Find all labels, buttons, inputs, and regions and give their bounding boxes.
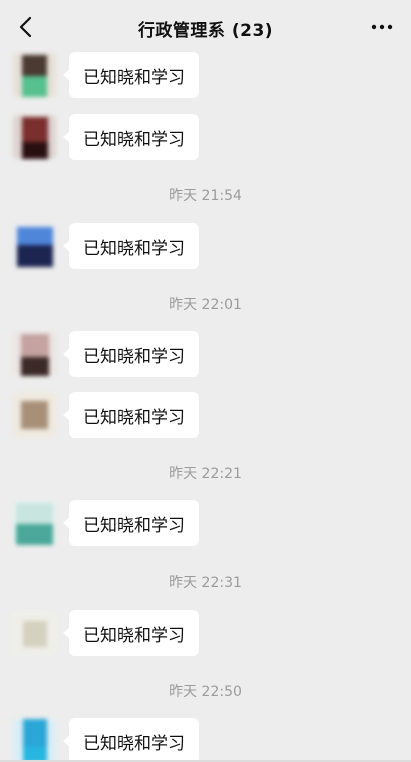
- message-bubble[interactable]: 已知晓和学习: [63, 500, 199, 546]
- avatar[interactable]: [13, 53, 56, 97]
- chat-title: 行政管理系 (23): [137, 20, 274, 41]
- avatar-top: [16, 503, 53, 524]
- message-bubble[interactable]: 已知晓和学习: [63, 718, 199, 762]
- avatar-top: [21, 334, 49, 358]
- avatar-bottom: [22, 142, 48, 159]
- chevron-left-icon: [19, 16, 32, 38]
- message-bubble[interactable]: 已知晓和学习: [63, 223, 199, 269]
- message-row: 已知晓和学习: [0, 392, 411, 438]
- timestamp: 昨天 22:21: [169, 466, 242, 482]
- message-feed[interactable]: 已知晓和学习 已知晓和学习 昨天 21:54 已知晓和学习 昨天 22:01 已…: [0, 46, 411, 762]
- message-row: 已知晓和学习: [0, 331, 411, 377]
- message-row: 已知晓和学习: [0, 223, 411, 269]
- avatar[interactable]: [13, 393, 56, 437]
- more-button[interactable]: [367, 14, 397, 40]
- more-dots-icon: [371, 24, 393, 30]
- timestamp: 昨天 22:31: [169, 575, 242, 591]
- avatar-top: [22, 55, 47, 76]
- message-row: 已知晓和学习: [0, 718, 411, 762]
- chat-screen: 行政管理系 (23) 已知晓和学习 已知晓和学习 昨天 21:54 已知晓和学习…: [0, 0, 411, 762]
- avatar-top: [23, 719, 47, 747]
- avatar-bottom: [17, 245, 53, 267]
- avatar[interactable]: [13, 224, 56, 268]
- avatar[interactable]: [13, 719, 56, 762]
- avatar-top: [17, 227, 53, 245]
- avatar-top: [22, 117, 48, 143]
- avatar-top: [23, 621, 47, 647]
- message-bubble[interactable]: 已知晓和学习: [63, 392, 199, 438]
- message-row: 已知晓和学习: [0, 52, 411, 98]
- avatar-bottom: [22, 76, 47, 97]
- timestamp: 昨天 21:54: [169, 188, 242, 204]
- avatar[interactable]: [13, 501, 56, 545]
- message-bubble[interactable]: 已知晓和学习: [63, 331, 199, 377]
- back-button[interactable]: [10, 12, 40, 42]
- avatar[interactable]: [13, 115, 56, 159]
- message-bubble[interactable]: 已知晓和学习: [63, 610, 199, 656]
- avatar-bottom: [21, 357, 49, 376]
- timestamp: 昨天 22:50: [169, 684, 242, 700]
- avatar[interactable]: [13, 332, 56, 376]
- avatar[interactable]: [13, 611, 56, 655]
- avatar-top: [21, 401, 48, 429]
- timestamp: 昨天 22:01: [169, 297, 242, 313]
- message-row: 已知晓和学习: [0, 114, 411, 160]
- message-row: 已知晓和学习: [0, 500, 411, 546]
- message-bubble[interactable]: 已知晓和学习: [63, 52, 199, 98]
- avatar-bottom: [16, 524, 53, 545]
- message-bubble[interactable]: 已知晓和学习: [63, 114, 199, 160]
- message-row: 已知晓和学习: [0, 610, 411, 656]
